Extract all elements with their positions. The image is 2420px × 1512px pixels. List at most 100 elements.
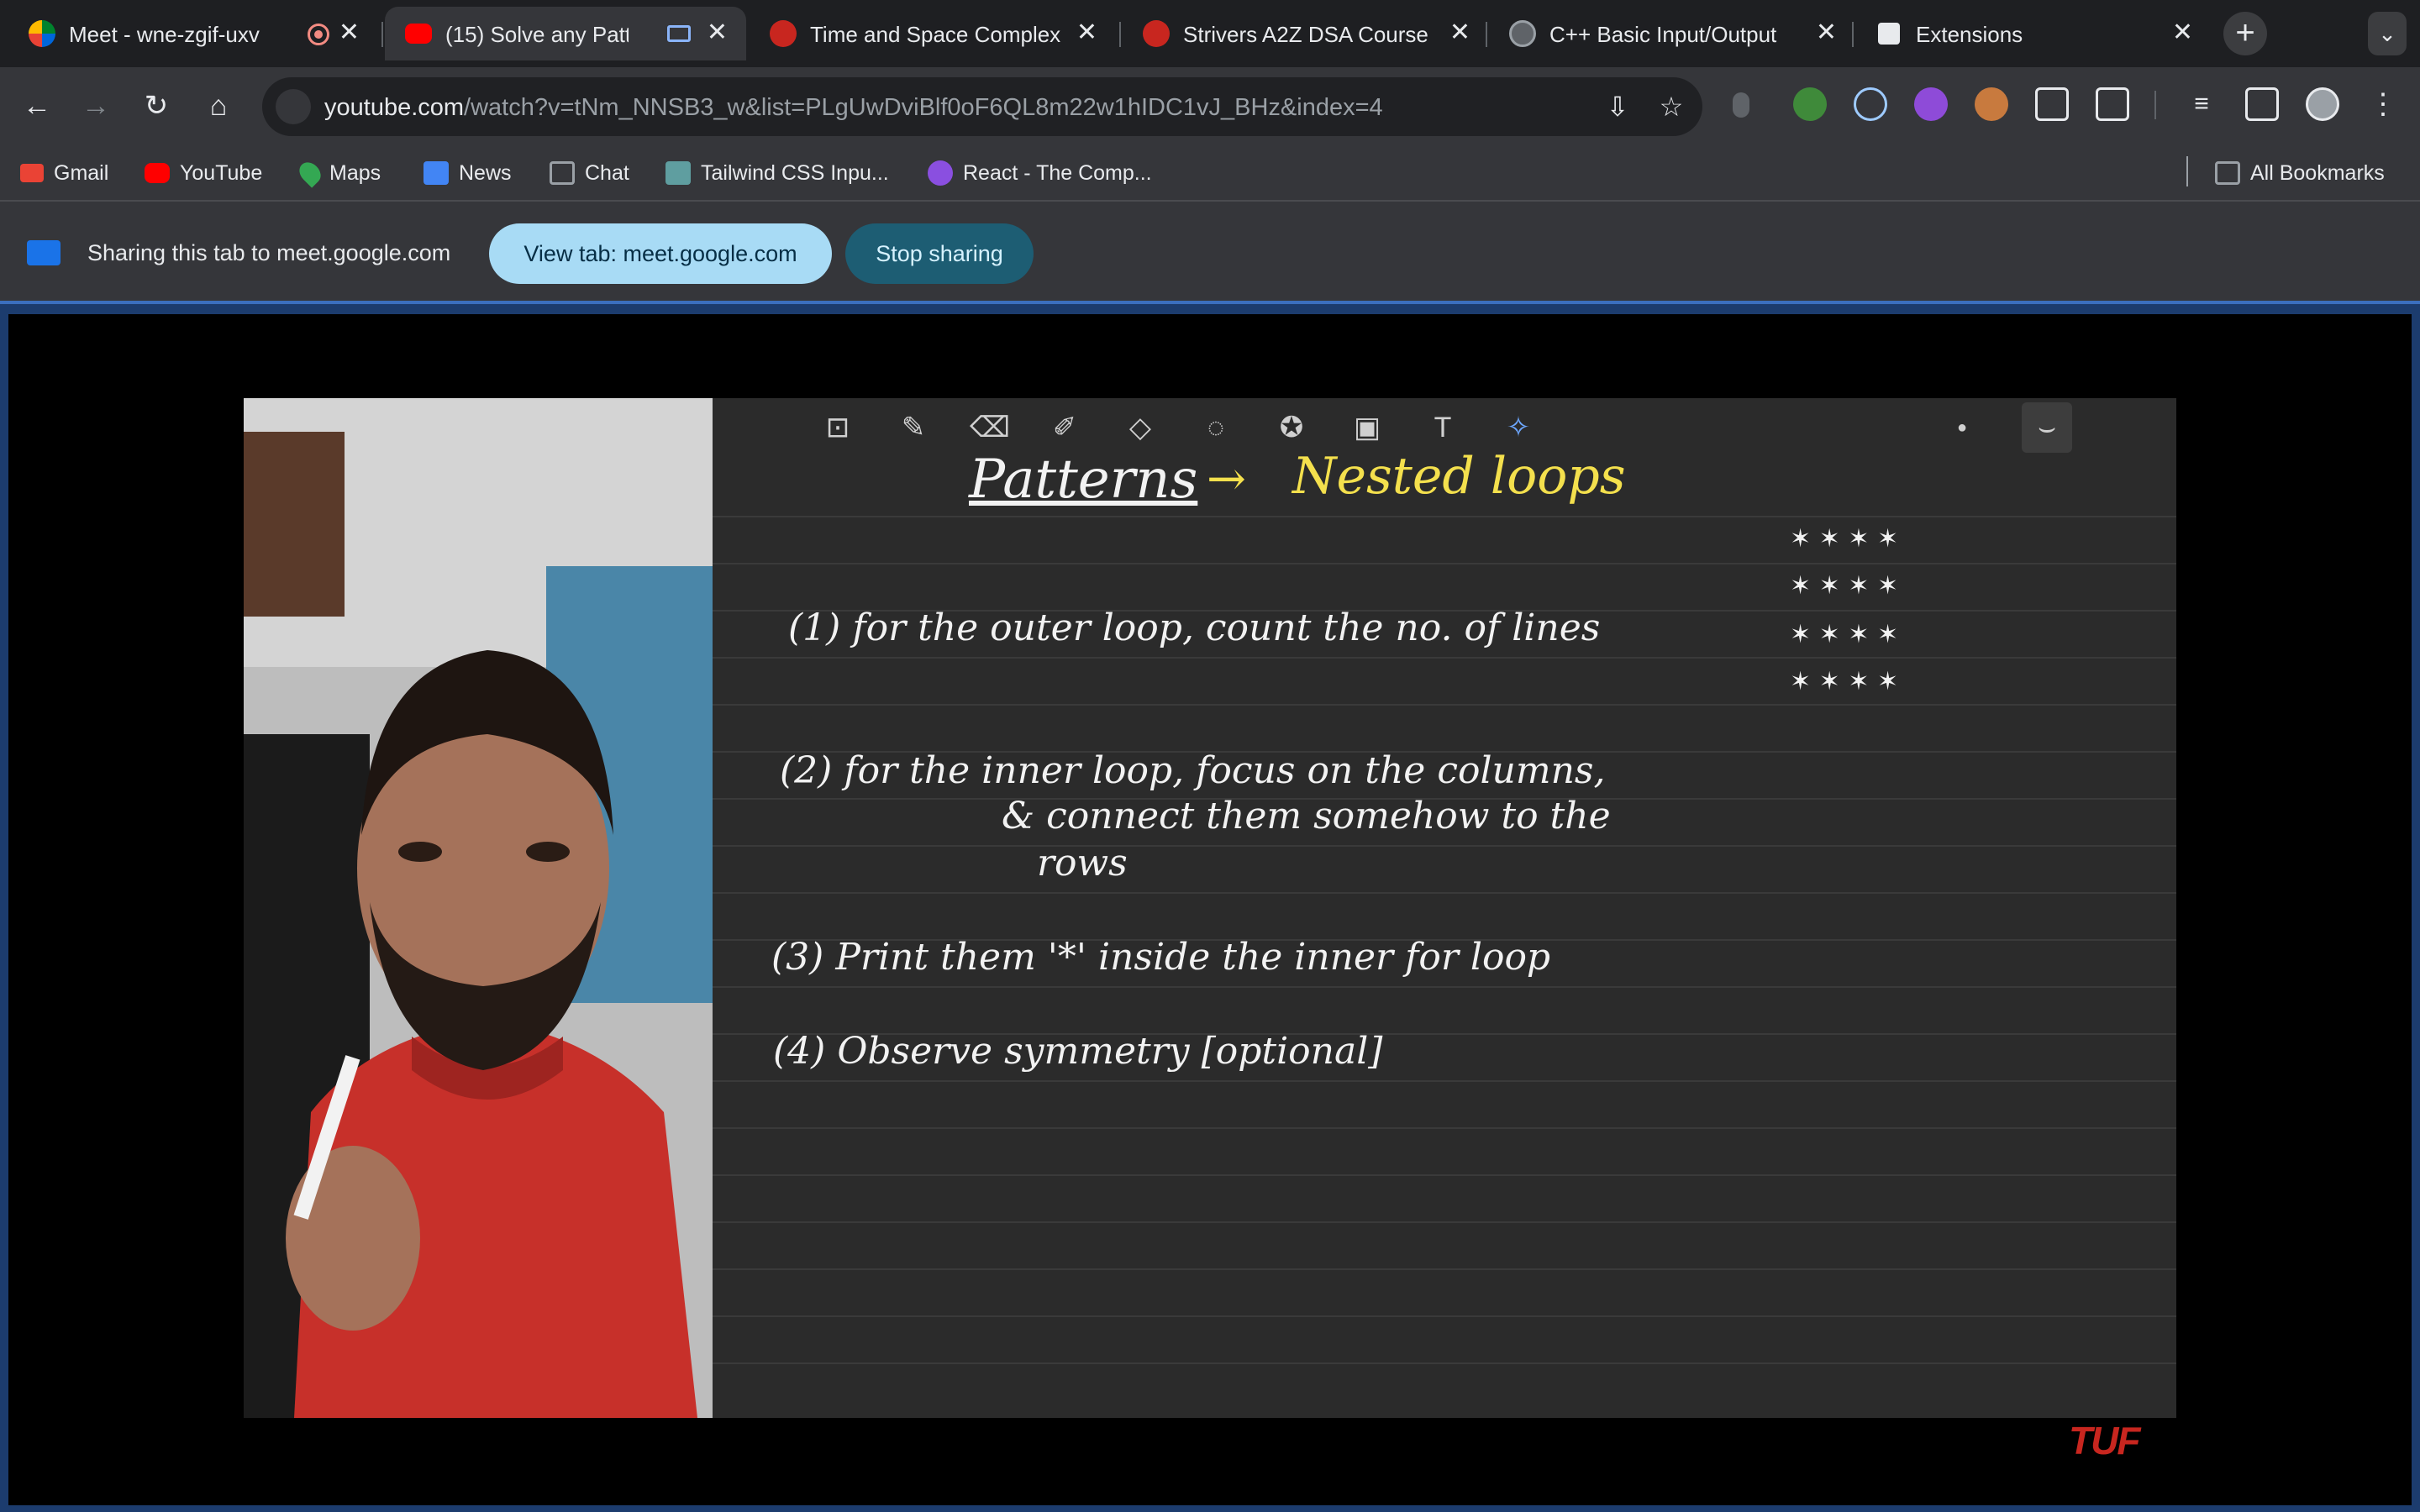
screen-share-icon	[27, 240, 60, 265]
tab-title: Time and Space Complex	[810, 22, 1061, 47]
tab-separator	[1119, 22, 1121, 47]
browser-menu-icon[interactable]: ⋮	[2366, 87, 2400, 121]
tab-extensions[interactable]: Extensions ✕	[1855, 7, 2212, 60]
highlighter-icon: ✐	[1052, 412, 1077, 444]
bookmark-react[interactable]: React - The Comp...	[928, 160, 1152, 186]
star-row: ✶ ✶ ✶ ✶	[1790, 571, 1899, 601]
eraser-icon: ⌫	[970, 412, 1011, 444]
tab-time-space[interactable]: Time and Space Complex ✕	[750, 7, 1116, 60]
tab-sharing-bar: Sharing this tab to meet.google.com View…	[0, 202, 2420, 304]
home-button[interactable]: ⌂	[198, 86, 239, 126]
bookmark-maps[interactable]: Maps	[295, 158, 381, 188]
google-meet-icon	[29, 20, 55, 47]
close-icon[interactable]: ✕	[1449, 18, 1470, 47]
ruled-line	[713, 1268, 2176, 1270]
bookmarks-separator	[2186, 156, 2188, 186]
star-row: ✶ ✶ ✶ ✶	[1790, 667, 1899, 696]
close-icon[interactable]: ✕	[1076, 18, 1097, 47]
site-info-icon[interactable]	[276, 89, 311, 124]
back-button[interactable]: ←	[17, 86, 57, 126]
folder-icon	[2215, 161, 2240, 185]
tab-cpp-io[interactable]: C++ Basic Input/Output ✕	[1489, 7, 1855, 60]
ruled-line	[713, 892, 2176, 894]
image-icon: ▣	[1353, 412, 1381, 444]
bookmark-tailwind[interactable]: Tailwind CSS Inpu...	[666, 160, 889, 186]
bookmark-news[interactable]: News	[424, 160, 512, 186]
bookmark-chat[interactable]: Chat	[550, 160, 629, 186]
tab-strip: Meet - wne-zgif-uxv ✕ (15) Solve any Pat…	[0, 0, 2420, 67]
tab-meet[interactable]: Meet - wne-zgif-uxv ✕	[8, 7, 378, 60]
tuf-icon	[1143, 20, 1170, 47]
tab-youtube-active[interactable]: (15) Solve any Pattern ✕	[385, 7, 746, 60]
tailwind-icon	[666, 161, 691, 185]
tab-title: (15) Solve any Pattern	[445, 22, 629, 47]
extension-mouse-icon[interactable]	[1733, 92, 1749, 118]
board-step-1: (1) for the outer loop, count the no. of…	[788, 606, 1601, 649]
ruled-line	[713, 516, 2176, 517]
tab-title: Extensions	[1916, 22, 2023, 47]
tuf-watermark-logo: TUF	[2069, 1419, 2140, 1462]
chat-icon	[550, 161, 575, 185]
tab-separator	[1852, 22, 1854, 47]
lasso-icon: ◌	[1207, 412, 1225, 444]
ruled-line	[713, 1221, 2176, 1223]
tuf-icon	[770, 20, 797, 47]
media-controls-icon[interactable]: ≡	[2185, 87, 2218, 121]
ruled-line	[713, 657, 2176, 659]
bookmark-gmail[interactable]: Gmail	[20, 160, 108, 186]
close-icon[interactable]: ✕	[339, 18, 360, 47]
picture-in-picture-icon[interactable]	[2035, 87, 2069, 121]
recording-icon	[308, 24, 329, 45]
close-icon[interactable]: ✕	[1816, 18, 1837, 47]
stop-sharing-button[interactable]: Stop sharing	[845, 223, 1034, 284]
cookie-icon[interactable]	[1975, 87, 2008, 121]
all-bookmarks[interactable]: All Bookmarks	[2215, 160, 2385, 186]
profile-avatar[interactable]	[2306, 87, 2339, 121]
shapes-icon: ◇	[1128, 412, 1152, 444]
gmail-icon	[20, 164, 44, 182]
sticker-icon: ✪	[1279, 412, 1304, 444]
reload-button[interactable]: ↻	[136, 86, 176, 126]
board-step-2-cont: & connect them somehow to the	[1002, 795, 1611, 837]
view-tab-button[interactable]: View tab: meet.google.com	[489, 223, 832, 284]
url-text[interactable]: youtube.com/watch?v=tNm_NNSB3_w&list=PLg…	[324, 94, 1383, 122]
address-bar[interactable]: youtube.com/watch?v=tNm_NNSB3_w&list=PLg…	[262, 77, 1702, 136]
sharing-status-text: Sharing this tab to meet.google.com	[87, 240, 451, 265]
react-devtools-icon[interactable]	[1854, 87, 1887, 121]
extensions-puzzle-icon[interactable]	[2096, 87, 2129, 121]
tab-separator	[381, 22, 383, 47]
board-step-2: (2) for the inner loop, focus on the col…	[780, 749, 1606, 792]
board-step-3: (3) Print them '*' inside the inner for …	[771, 936, 1551, 979]
extension-purple-icon[interactable]	[1914, 87, 1948, 121]
star-row: ✶ ✶ ✶ ✶	[1790, 620, 1899, 649]
tab-separator	[1486, 22, 1487, 47]
youtube-icon	[145, 163, 170, 183]
ruled-line	[713, 986, 2176, 988]
dot-size-icon: ●	[1956, 418, 1968, 437]
side-panel-icon[interactable]	[2245, 87, 2279, 121]
forward-button[interactable]: →	[76, 86, 116, 126]
ruled-line	[713, 1362, 2176, 1364]
bookmark-star-icon[interactable]: ☆	[1654, 89, 1689, 124]
board-subtitle: Nested loops	[1292, 447, 1626, 506]
sharing-tab-icon	[667, 25, 691, 42]
ruled-line	[713, 1315, 2176, 1317]
close-icon[interactable]: ✕	[2172, 18, 2193, 47]
image-search-icon: ⊡	[825, 412, 850, 444]
globe-icon	[1509, 20, 1536, 47]
ruled-line	[713, 1127, 2176, 1129]
close-icon[interactable]: ✕	[707, 18, 728, 47]
tab-search-button[interactable]: ⌄	[2368, 12, 2407, 55]
ruled-line	[713, 563, 2176, 564]
bookmark-youtube[interactable]: YouTube	[145, 160, 262, 186]
new-tab-button[interactable]: +	[2223, 12, 2267, 55]
ruled-line	[713, 704, 2176, 706]
extension-tree-icon[interactable]	[1793, 87, 1827, 121]
board-step-4: (4) Observe symmetry [optional]	[773, 1030, 1383, 1073]
text-tool-icon: T	[1434, 412, 1452, 444]
laser-pointer-icon: ✧	[1506, 412, 1531, 444]
video-frame[interactable]: ⊡ ✎ ⌫ ✐ ◇ ◌ ✪ ▣ T ✧ ● ⌣ Patterns → Neste…	[244, 398, 2176, 1418]
tab-strivers[interactable]: Strivers A2Z DSA Course ✕	[1123, 7, 1489, 60]
youtube-icon	[405, 24, 432, 44]
install-app-icon[interactable]: ⇩	[1600, 89, 1635, 124]
